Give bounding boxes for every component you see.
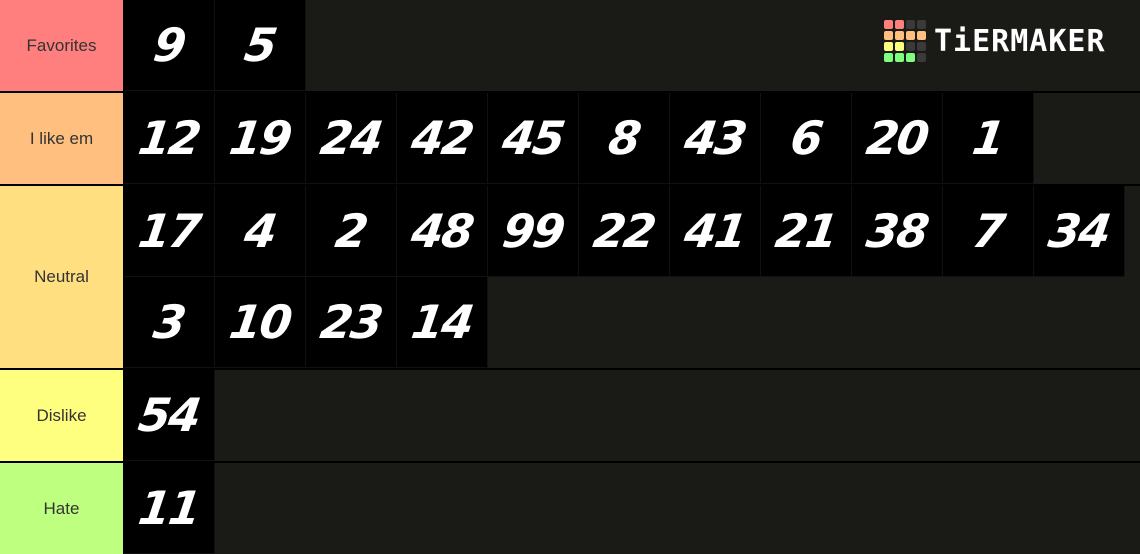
logo-grid-cell [906,53,915,62]
logo-grid-cell [895,20,904,29]
tier-item-label: 19 [226,111,294,165]
tier-item-label: 42 [408,111,476,165]
tier-label-hate[interactable]: Hate [0,463,124,554]
tier-label-i-like-em[interactable]: I like em [0,93,124,184]
tier-item-label: 22 [590,204,658,258]
tier-item-label: 10 [226,295,294,349]
tier-item-label: 23 [317,295,385,349]
tier-item-label: 48 [408,204,476,258]
tier-item-label: 99 [499,204,567,258]
logo-grid-cell [906,31,915,40]
logo-grid-cell [895,53,904,62]
logo-grid-cell [906,20,915,29]
tier-item-number-12[interactable]: 12 [124,93,215,184]
tier-row-hate: Hate 11 [0,463,1140,554]
tier-item-number-11[interactable]: 11 [124,463,215,554]
tier-item-number-23[interactable]: 23 [306,277,397,368]
tier-item-label: 1 [969,111,1007,165]
tier-item-number-4[interactable]: 4 [215,186,306,277]
tier-item-number-3[interactable]: 3 [124,277,215,368]
tier-item-label: 5 [241,18,279,72]
tier-item-number-99[interactable]: 99 [488,186,579,277]
tier-item-label: 43 [681,111,749,165]
tier-item-label: 7 [969,204,1007,258]
logo-grid-cell [895,31,904,40]
tier-item-number-1[interactable]: 1 [943,93,1034,184]
tier-item-label: 24 [317,111,385,165]
tier-items-dislike: 54 [124,370,1140,461]
tiermaker-logo: TiERMAKER [884,20,1106,62]
logo-grid-cell [917,31,926,40]
tier-row-neutral: Neutral 17 4 2 48 99 22 41 21 38 7 34 3 10 23 14 [0,186,1140,370]
logo-grid-cell [917,53,926,62]
tier-item-number-9[interactable]: 9 [124,0,215,91]
tier-item-number-42[interactable]: 42 [397,93,488,184]
logo-grid-cell [884,42,893,51]
tier-item-label: 17 [135,204,203,258]
tier-item-label: 45 [499,111,567,165]
tier-row-i-like-em: I like em 12 19 24 42 45 8 43 6 20 1 [0,93,1140,186]
tier-label-dislike[interactable]: Dislike [0,370,124,461]
tier-item-number-43[interactable]: 43 [670,93,761,184]
tier-items-hate: 11 [124,463,1140,554]
tier-item-number-38[interactable]: 38 [852,186,943,277]
logo-grid-cell [917,20,926,29]
tier-item-number-14[interactable]: 14 [397,277,488,368]
tier-item-number-20[interactable]: 20 [852,93,943,184]
logo-text: TiERMAKER [934,23,1106,59]
tier-item-number-17[interactable]: 17 [124,186,215,277]
tier-item-label: 12 [135,111,203,165]
tier-label-neutral[interactable]: Neutral [0,186,124,368]
tier-item-number-7[interactable]: 7 [943,186,1034,277]
tier-item-label: 14 [408,295,476,349]
tier-item-number-24[interactable]: 24 [306,93,397,184]
tier-item-number-34[interactable]: 34 [1034,186,1125,277]
tier-item-number-19[interactable]: 19 [215,93,306,184]
tier-label-favorites[interactable]: Favorites [0,0,124,91]
tier-item-number-45[interactable]: 45 [488,93,579,184]
tier-item-number-22[interactable]: 22 [579,186,670,277]
tier-item-label: 20 [863,111,931,165]
tier-item-number-5[interactable]: 5 [215,0,306,91]
tier-item-label: 9 [150,18,188,72]
tier-item-label: 38 [863,204,931,258]
logo-grid-cell [884,53,893,62]
logo-grid-cell [895,42,904,51]
tier-item-number-48[interactable]: 48 [397,186,488,277]
tier-item-label: 41 [681,204,749,258]
tier-item-label: 11 [135,481,203,535]
tier-item-label: 54 [135,388,203,442]
tier-item-number-2[interactable]: 2 [306,186,397,277]
tier-items-i-like-em: 12 19 24 42 45 8 43 6 20 1 [124,93,1140,184]
tier-item-label: 6 [787,111,825,165]
tier-items-neutral: 17 4 2 48 99 22 41 21 38 7 34 3 10 23 14 [124,186,1140,368]
tier-item-number-41[interactable]: 41 [670,186,761,277]
logo-grid-cell [884,20,893,29]
tier-item-number-6[interactable]: 6 [761,93,852,184]
logo-grid-cell [906,42,915,51]
tier-item-number-8[interactable]: 8 [579,93,670,184]
tier-item-label: 2 [332,204,370,258]
logo-grid-cell [917,42,926,51]
logo-grid-icon [884,20,926,62]
tier-item-number-54[interactable]: 54 [124,370,215,461]
logo-grid-cell [884,31,893,40]
tier-row-dislike: Dislike 54 [0,370,1140,463]
tier-item-label: 34 [1045,204,1113,258]
tier-item-number-10[interactable]: 10 [215,277,306,368]
tier-list: Favorites 95 I like em 12 19 24 42 45 8 43 6 20 1… [0,0,1140,554]
tier-item-number-21[interactable]: 21 [761,186,852,277]
tier-item-label: 8 [605,111,643,165]
tier-item-label: 4 [241,204,279,258]
tier-item-label: 21 [772,204,840,258]
tier-item-label: 3 [150,295,188,349]
